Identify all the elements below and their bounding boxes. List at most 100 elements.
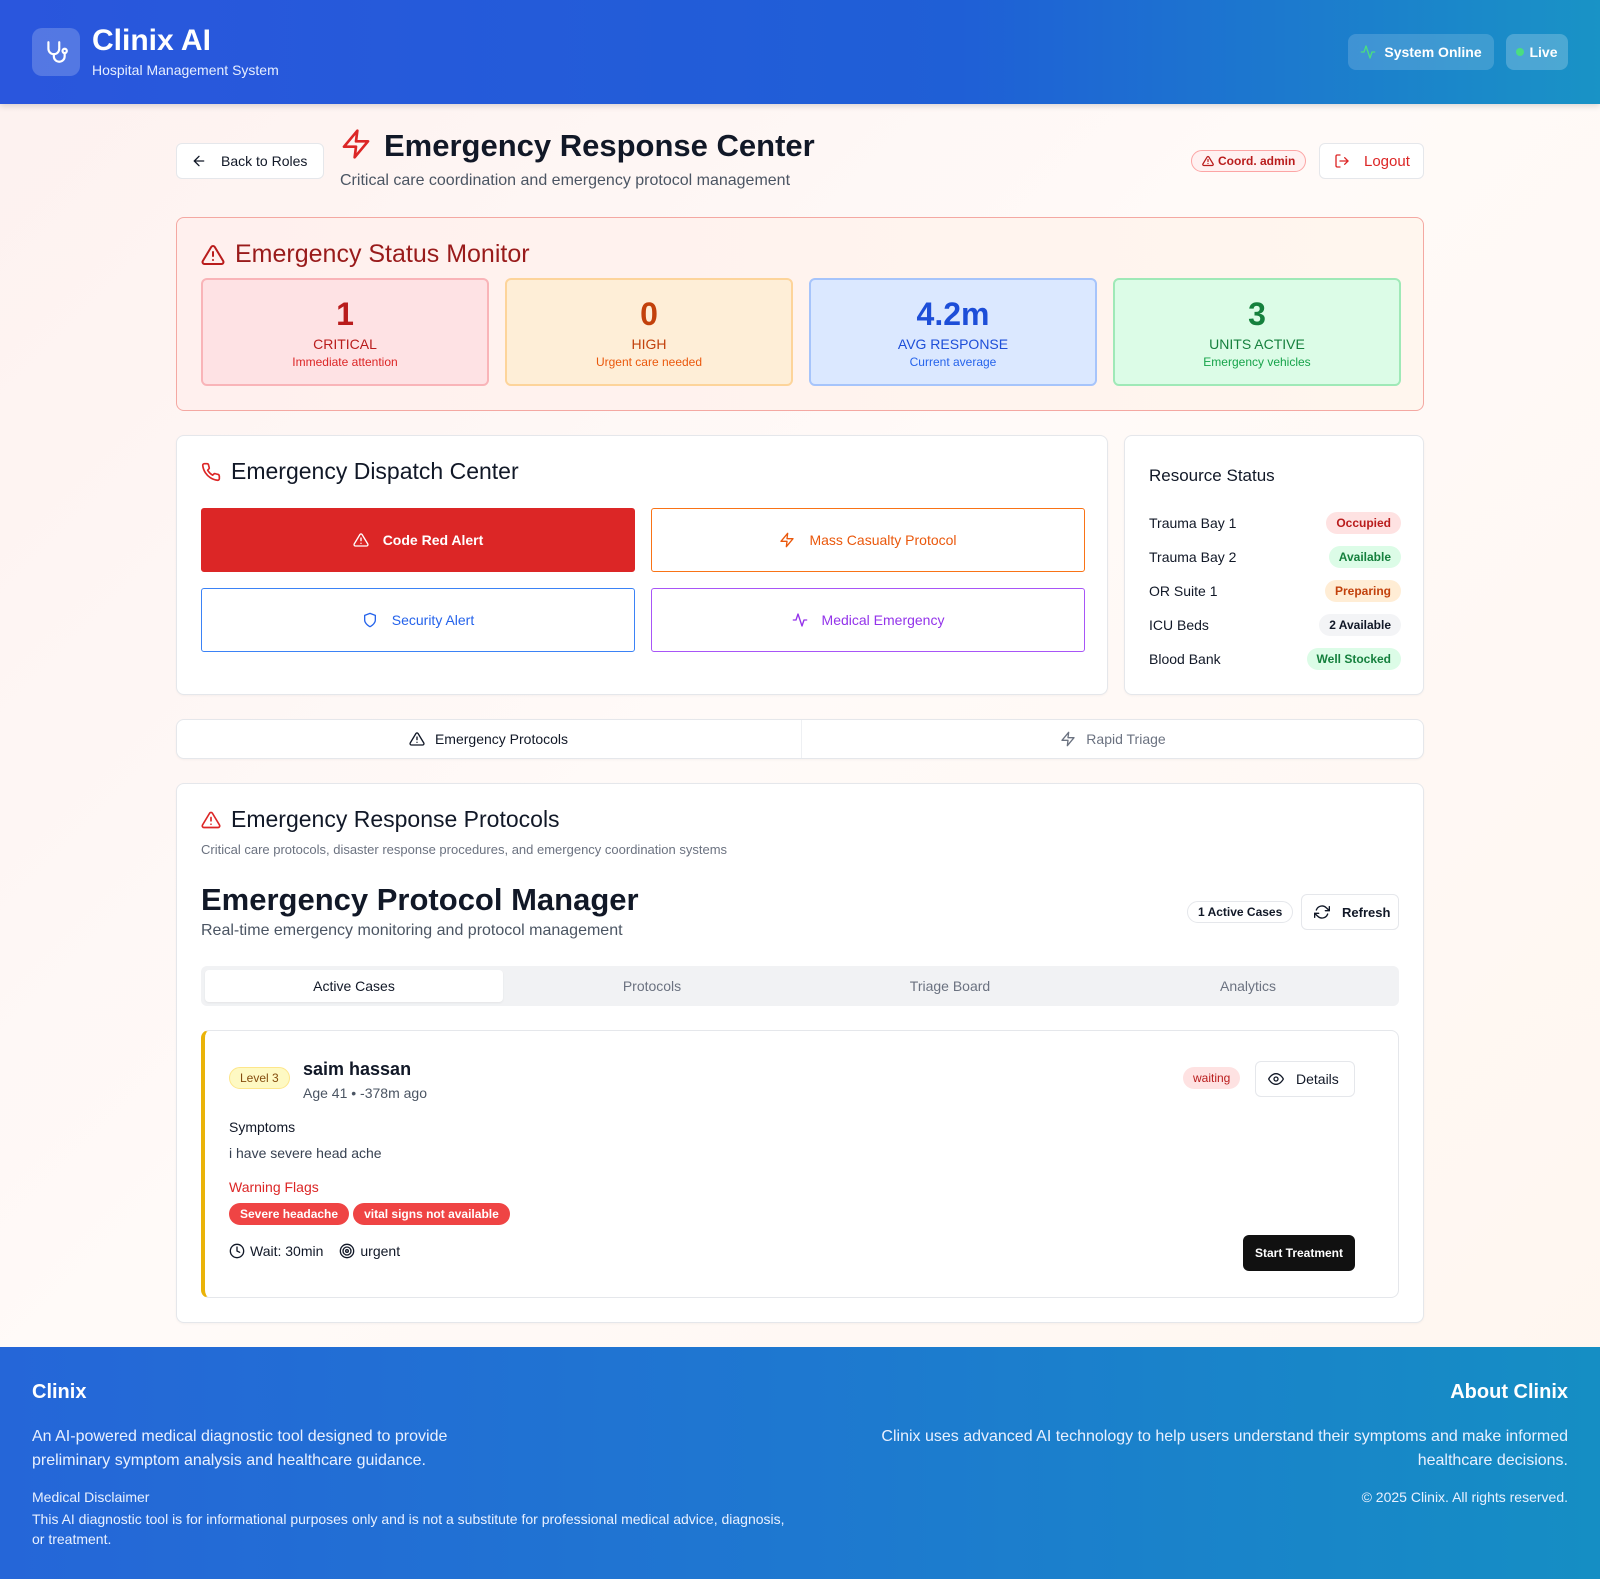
case-card: Level 3 saim hassan Age 41 • -378m ago w…: [201, 1030, 1399, 1298]
details-button[interactable]: Details: [1255, 1061, 1355, 1097]
security-alert-button[interactable]: Security Alert: [201, 588, 635, 652]
wait-time: Wait: 30min: [229, 1243, 323, 1259]
logout-label: Logout: [1364, 152, 1410, 170]
stat-value: 4.2m: [916, 296, 990, 332]
activity-icon: [792, 612, 808, 628]
level-badge: Level 3: [229, 1067, 290, 1089]
tab-protocols[interactable]: Protocols: [503, 970, 801, 1002]
alert-triangle-icon: [353, 532, 369, 548]
resource-row: Trauma Bay 2 Available: [1149, 546, 1401, 568]
zap-icon: [779, 532, 795, 548]
main-tabs: Emergency Protocols Rapid Triage: [176, 719, 1424, 759]
active-cases-badge: 1 Active Cases: [1187, 901, 1294, 923]
system-status-label: System Online: [1384, 44, 1482, 60]
stat-label: UNITS ACTIVE: [1209, 336, 1305, 352]
warning-flag: vital signs not available: [353, 1203, 510, 1225]
stethoscope-icon: [32, 28, 80, 76]
priority-label: urgent: [360, 1243, 401, 1259]
medical-emergency-button[interactable]: Medical Emergency: [651, 588, 1085, 652]
back-label: Back to Roles: [221, 153, 308, 169]
tab-analytics[interactable]: Analytics: [1099, 970, 1397, 1002]
resource-row: ICU Beds 2 Available: [1149, 614, 1401, 636]
zap-icon: [340, 128, 372, 160]
alert-triangle-icon: [409, 731, 425, 747]
protocols-subtitle: Critical care protocols, disaster respon…: [201, 842, 728, 857]
footer: Clinix An AI-powered medical diagnostic …: [0, 1347, 1600, 1579]
case-meta-row: Wait: 30min urgent: [229, 1243, 400, 1259]
footer-description: An AI-powered medical diagnostic tool de…: [32, 1428, 448, 1469]
mass-casualty-protocol-button[interactable]: Mass Casualty Protocol: [651, 508, 1085, 572]
symptoms-text: i have severe head ache: [229, 1145, 382, 1161]
tab-rapid-triage[interactable]: Rapid Triage: [801, 720, 1424, 758]
manager-subtitle: Real-time emergency monitoring and proto…: [201, 922, 623, 939]
priority: urgent: [339, 1243, 400, 1259]
resource-name: Blood Bank: [1149, 651, 1221, 667]
refresh-icon: [1314, 904, 1330, 920]
medical-emergency-label: Medical Emergency: [821, 612, 945, 628]
tab-active-cases[interactable]: Active Cases: [205, 970, 503, 1002]
stat-note: Urgent care needed: [595, 355, 703, 369]
alert-triangle-icon: [201, 243, 225, 267]
resource-name: ICU Beds: [1149, 617, 1209, 633]
resource-name: Trauma Bay 2: [1149, 549, 1237, 565]
dispatch-heading: Emergency Dispatch Center: [201, 458, 519, 485]
role-badge: Coord. admin: [1191, 150, 1307, 172]
patient-name: saim hassan: [303, 1059, 412, 1079]
stat-note: Immediate attention: [292, 355, 398, 369]
status-badge: Preparing: [1324, 580, 1401, 602]
system-status-pill: System Online: [1348, 34, 1494, 70]
top-bar: Clinix AI Hospital Management System Sys…: [0, 0, 1600, 104]
code-red-label: Code Red Alert: [382, 532, 484, 548]
refresh-button[interactable]: Refresh: [1301, 894, 1399, 930]
resource-status-card: Resource Status Trauma Bay 1 Occupied Tr…: [1124, 435, 1424, 695]
status-badge: waiting: [1183, 1067, 1241, 1089]
status-badge: 2 Available: [1319, 614, 1401, 636]
patient-meta: Age 41 • -378m ago: [303, 1085, 427, 1101]
stat-value: 1: [336, 296, 354, 332]
eye-icon: [1268, 1071, 1284, 1087]
page-title: Emergency Response Center: [384, 128, 815, 163]
warning-flags: Severe headache vital signs not availabl…: [229, 1203, 510, 1225]
shield-icon: [362, 612, 378, 628]
disclaimer-title: Medical Disclaimer: [32, 1489, 150, 1505]
emergency-status-monitor: Emergency Status Monitor 1 CRITICAL Imme…: [176, 217, 1424, 411]
resource-name: Trauma Bay 1: [1149, 515, 1237, 531]
status-monitor-heading: Emergency Status Monitor: [201, 240, 530, 269]
start-treatment-button[interactable]: Start Treatment: [1243, 1235, 1355, 1271]
stat-label: HIGH: [631, 336, 667, 352]
status-badge: Well Stocked: [1306, 648, 1401, 670]
mass-casualty-label: Mass Casualty Protocol: [809, 532, 957, 548]
live-dot-icon: [1516, 48, 1525, 56]
tab-label: Emergency Protocols: [434, 731, 569, 747]
stat-label: AVG RESPONSE: [897, 336, 1009, 352]
about-title: About Clinix: [1450, 1381, 1568, 1403]
phone-icon: [201, 462, 221, 482]
refresh-label: Refresh: [1342, 904, 1391, 920]
stat-card-critical: 1 CRITICAL Immediate attention: [201, 278, 489, 386]
live-label: Live: [1529, 44, 1558, 60]
alert-triangle-icon: [1202, 155, 1214, 167]
resource-status-title: Resource Status: [1149, 466, 1275, 485]
app-title: Clinix AI: [92, 24, 211, 57]
activity-icon: [1360, 44, 1376, 60]
live-pill: Live: [1506, 34, 1568, 70]
status-badge: Occupied: [1326, 512, 1401, 534]
warning-flag: Severe headache: [229, 1203, 350, 1225]
app-subtitle: Hospital Management System: [92, 62, 279, 78]
manager-title: Emergency Protocol Manager: [201, 882, 639, 917]
security-alert-label: Security Alert: [391, 612, 475, 628]
disclaimer-text: This AI diagnostic tool is for informati…: [32, 1511, 785, 1547]
target-icon: [339, 1243, 355, 1259]
logout-button[interactable]: Logout: [1319, 143, 1424, 179]
footer-brand: Clinix: [32, 1381, 87, 1403]
code-red-alert-button[interactable]: Code Red Alert: [201, 508, 635, 572]
tab-emergency-protocols[interactable]: Emergency Protocols: [177, 720, 800, 758]
resource-row: OR Suite 1 Preparing: [1149, 580, 1401, 602]
stat-card-avg-response: 4.2m AVG RESPONSE Current average: [809, 278, 1097, 386]
tab-triage-board[interactable]: Triage Board: [801, 970, 1099, 1002]
back-to-roles-button[interactable]: Back to Roles: [176, 143, 324, 179]
symptoms-label: Symptoms: [229, 1119, 296, 1135]
protocols-heading: Emergency Response Protocols: [201, 806, 560, 833]
stat-card-high: 0 HIGH Urgent care needed: [505, 278, 793, 386]
zap-icon: [1060, 731, 1076, 747]
